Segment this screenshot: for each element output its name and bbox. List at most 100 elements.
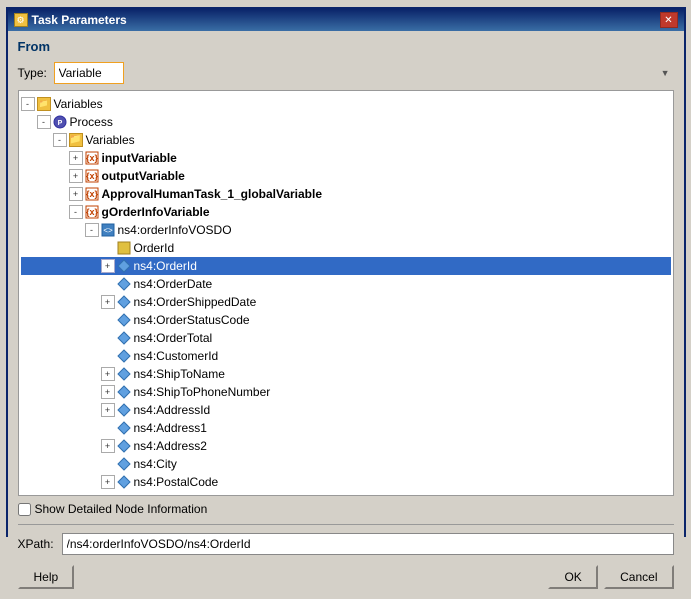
show-details-checkbox[interactable] (18, 503, 31, 516)
diamond-icon-ns4shiptoname (117, 367, 131, 381)
svg-text:{x}: {x} (85, 153, 98, 163)
node-label-ns4ordershippeddate: ns4:OrderShippedDate (134, 294, 257, 310)
tree-item-ns4customerid[interactable]: ns4:CustomerId (21, 347, 671, 365)
window-title: Task Parameters (32, 13, 127, 27)
node-label-ns4orderinfovosdo: ns4:orderInfoVOSDO (118, 222, 232, 238)
expander-ns4ordershippeddate[interactable]: + (101, 295, 115, 309)
tree-item-ns4address1[interactable]: ns4:Address1 (21, 419, 671, 437)
diamond-icon-ns4ordertotal (117, 331, 131, 345)
node-label-process: Process (70, 114, 113, 130)
folder-icon-variables-sub: 📁 (69, 133, 83, 147)
button-row: Help OK Cancel (18, 561, 674, 591)
type-select-wrapper: Variable Expression Literal (54, 62, 674, 84)
tree-item-gorderinfovariable[interactable]: - {x} gOrderInfoVariable (21, 203, 671, 221)
tree-item-variables-root[interactable]: - 📁 Variables (21, 95, 671, 113)
from-label: From (18, 39, 674, 54)
var-icon-approvalvar: {x} (85, 187, 99, 201)
cancel-button[interactable]: Cancel (604, 565, 673, 589)
expander-ns4shiptophonenumber[interactable]: + (101, 385, 115, 399)
diamond-icon-ns4orderstatuscode (117, 313, 131, 327)
node-label-ns4ordertotal: ns4:OrderTotal (134, 330, 213, 346)
expander-outputvariable[interactable]: + (69, 169, 83, 183)
expander-variables-root[interactable]: - (21, 97, 35, 111)
tree-item-ns4orderinfovosdo[interactable]: - <> ns4:orderInfoVOSDO (21, 221, 671, 239)
expander-ns4postalcode[interactable]: + (101, 475, 115, 489)
svg-text:{x}: {x} (85, 171, 98, 181)
tree-item-ns4ordershippeddate[interactable]: + ns4:OrderShippedDate (21, 293, 671, 311)
type-select[interactable]: Variable Expression Literal (54, 62, 124, 84)
expander-ns4shiptoname[interactable]: + (101, 367, 115, 381)
tree-item-ns4ordertotal[interactable]: ns4:OrderTotal (21, 329, 671, 347)
tree-item-approvalvar[interactable]: + {x} ApprovalHumanTask_1_globalVariable (21, 185, 671, 203)
expander-process[interactable]: - (37, 115, 51, 129)
diamond-icon-ns4addressid (117, 403, 131, 417)
process-icon: P (53, 115, 67, 129)
expander-inputvariable[interactable]: + (69, 151, 83, 165)
node-label-ns4address1: ns4:Address1 (134, 420, 207, 436)
main-content: From Type: Variable Expression Literal -… (8, 31, 684, 599)
diamond-icon-ns4city (117, 457, 131, 471)
node-label-approvalvar: ApprovalHumanTask_1_globalVariable (102, 186, 323, 202)
node-label-ns4addressid: ns4:AddressId (134, 402, 211, 418)
node-label-ns4postalcode: ns4:PostalCode (134, 474, 219, 490)
tree-item-outputvariable[interactable]: + {x} outputVariable (21, 167, 671, 185)
tree-panel[interactable]: - 📁 Variables - P Process (18, 90, 674, 496)
expander-ns4orderid[interactable]: + (101, 259, 115, 273)
diamond-icon-ns4ordershippeddate (117, 295, 131, 309)
var-icon-inputvariable: {x} (85, 151, 99, 165)
ok-cancel-group: OK Cancel (548, 565, 673, 589)
svg-text:{x}: {x} (85, 189, 98, 199)
node-label-ns4address2: ns4:Address2 (134, 438, 207, 454)
tree-item-process[interactable]: - P Process (21, 113, 671, 131)
expander-ns4addressid[interactable]: + (101, 403, 115, 417)
tree-item-ns4city[interactable]: ns4:City (21, 455, 671, 473)
node-label-ns4city: ns4:City (134, 456, 177, 472)
tree-inner: - 📁 Variables - P Process (19, 91, 673, 495)
svg-text:<>: <> (103, 226, 113, 235)
show-details-label: Show Detailed Node Information (35, 502, 208, 516)
folder-icon-variables-root: 📁 (37, 97, 51, 111)
diamond-icon-ns4postalcode (117, 475, 131, 489)
diamond-icon-ns4address2 (117, 439, 131, 453)
node-label-ns4shiptoname: ns4:ShipToName (134, 366, 225, 382)
expander-ns4orderinfovosdo[interactable]: - (85, 223, 99, 237)
tree-item-ns4shiptoname[interactable]: + ns4:ShipToName (21, 365, 671, 383)
expander-gorderinfovariable[interactable]: - (69, 205, 83, 219)
tree-item-ns4address2[interactable]: + ns4:Address2 (21, 437, 671, 455)
tree-item-inputvariable[interactable]: + {x} inputVariable (21, 149, 671, 167)
expander-variables-sub[interactable]: - (53, 133, 67, 147)
tree-item-ns4addressid[interactable]: + ns4:AddressId (21, 401, 671, 419)
ok-button[interactable]: OK (548, 565, 598, 589)
divider (18, 524, 674, 525)
tree-item-variables-sub[interactable]: - 📁 Variables (21, 131, 671, 149)
tree-item-ns4orderstatuscode[interactable]: ns4:OrderStatusCode (21, 311, 671, 329)
svg-text:P: P (57, 120, 62, 127)
svg-text:{x}: {x} (85, 207, 98, 217)
close-button[interactable]: ✕ (660, 12, 678, 28)
diamond-icon-ns4orderdate (117, 277, 131, 291)
tree-item-ns4shiptophonenumber[interactable]: + ns4:ShipToPhoneNumber (21, 383, 671, 401)
var-icon-gorderinfovariable: {x} (85, 205, 99, 219)
var-icon-outputvariable: {x} (85, 169, 99, 183)
xpath-input[interactable] (62, 533, 674, 555)
tree-item-ns4orderid[interactable]: + ns4:OrderId (21, 257, 671, 275)
element-icon-ns4orderinfovosdo: <> (101, 223, 115, 237)
from-section: From (18, 39, 674, 56)
help-button[interactable]: Help (18, 565, 75, 589)
expander-approvalvar[interactable]: + (69, 187, 83, 201)
node-label-variables-sub: Variables (86, 132, 135, 148)
node-label-variables-root: Variables (54, 96, 103, 112)
node-label-gorderinfovariable: gOrderInfoVariable (102, 204, 210, 220)
node-label-ns4shiptophonenumber: ns4:ShipToPhoneNumber (134, 384, 271, 400)
xpath-row: XPath: (18, 533, 674, 555)
tree-item-ns4orderdate[interactable]: ns4:OrderDate (21, 275, 671, 293)
expander-ns4address2[interactable]: + (101, 439, 115, 453)
title-bar: ⚙ Task Parameters ✕ (8, 9, 684, 31)
tree-item-ns4postalcode[interactable]: + ns4:PostalCode (21, 473, 671, 491)
tree-item-orderid-field[interactable]: OrderId (21, 239, 671, 257)
diamond-icon-ns4shiptophonenumber (117, 385, 131, 399)
title-bar-left: ⚙ Task Parameters (14, 13, 127, 27)
node-label-ns4customerid: ns4:CustomerId (134, 348, 219, 364)
diamond-icon-ns4address1 (117, 421, 131, 435)
diamond-icon-ns4orderid (117, 259, 131, 273)
